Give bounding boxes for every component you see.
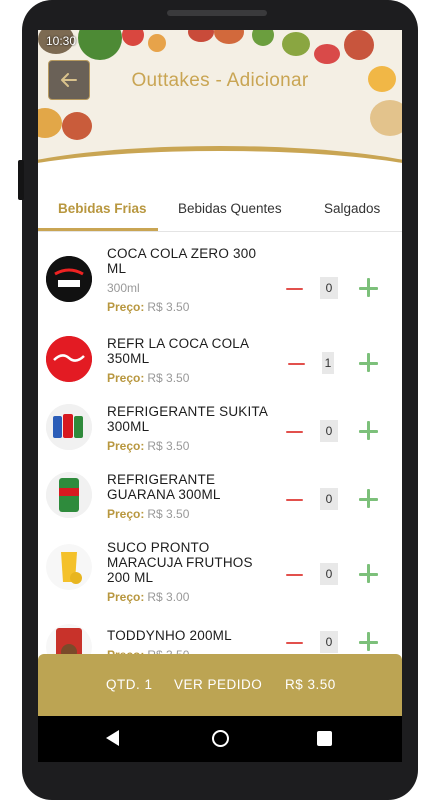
broccoli-decoration <box>78 30 122 60</box>
item-volume: 300ml <box>107 281 140 295</box>
view-order-button[interactable]: VER PEDIDO <box>174 677 262 692</box>
item-name: REFRIGERANTE GUARANA 300ML <box>107 472 221 502</box>
header-banner: 10:30 Outtakes - Adicionar <box>38 30 402 170</box>
square-recents-icon[interactable] <box>317 731 332 746</box>
status-time: 10:30 <box>46 34 77 48</box>
tab-salgados[interactable]: Salgados <box>324 201 380 216</box>
guarana-can-icon <box>46 472 92 518</box>
quantity-value: 0 <box>320 277 338 299</box>
tab-bebidas-quentes[interactable]: Bebidas Quentes <box>178 201 282 216</box>
item-name: TODDYNHO 200ML <box>107 628 232 643</box>
plus-button[interactable] <box>359 564 379 584</box>
lime-decoration <box>252 30 274 46</box>
item-price: Preço:R$ 3.50 <box>107 439 277 453</box>
price-value: R$ 3.50 <box>147 507 190 521</box>
pasta-decoration <box>38 108 62 138</box>
active-tab-indicator <box>38 228 158 231</box>
pepper-decoration <box>188 30 214 42</box>
item-price: Preço:R$ 3.50 <box>107 300 277 314</box>
order-summary-bar: QTD. 1 VER PEDIDO R$ 3.50 <box>38 654 402 716</box>
minus-icon <box>288 362 305 366</box>
app-screen: 10:30 Outtakes - Adicionar Bebidas Frias… <box>38 30 402 716</box>
plus-button[interactable] <box>359 278 379 298</box>
coca-cola-logo-icon <box>46 336 92 382</box>
quantity-stepper: 0 <box>282 485 382 515</box>
price-value: R$ 3.00 <box>147 590 190 604</box>
price-value: R$ 3.50 <box>147 371 190 385</box>
category-tabs: Bebidas Frias Bebidas Quentes Salgados <box>38 196 402 232</box>
item-price: Preço:R$ 3.50 <box>107 371 277 385</box>
volume-button <box>18 160 24 200</box>
coca-cola-zero-logo-icon <box>46 256 92 302</box>
price-label: Preço: <box>107 371 145 385</box>
order-total: R$ 3.50 <box>285 677 336 692</box>
plus-button[interactable] <box>359 489 379 509</box>
item-name: COCA COLA ZERO 300 ML <box>107 246 257 276</box>
bread-decoration <box>370 100 402 136</box>
spice-decoration <box>214 30 244 44</box>
tomato-decoration-2 <box>62 112 92 140</box>
plus-button[interactable] <box>359 632 379 652</box>
minus-icon <box>286 498 303 502</box>
price-label: Preço: <box>107 590 145 604</box>
avocado-decoration <box>282 32 310 56</box>
triangle-back-icon[interactable] <box>106 730 119 746</box>
price-label: Preço: <box>107 300 145 314</box>
minus-icon <box>286 573 303 577</box>
strawberry-decoration <box>314 44 340 64</box>
tomato-decoration <box>122 30 144 46</box>
item-price: Preço:R$ 3.50 <box>107 507 277 521</box>
total-quantity: QTD. 1 <box>106 677 153 692</box>
quantity-stepper: 0 <box>282 560 382 590</box>
price-value: R$ 3.50 <box>147 300 190 314</box>
item-price: Preço: R$ 3.00 <box>107 590 277 604</box>
page-title: Outtakes - Adicionar <box>131 70 309 91</box>
onion-decoration <box>344 30 374 60</box>
item-name: REFRIGERANTE SUKITA 300ML <box>107 404 268 434</box>
tab-bebidas-frias[interactable]: Bebidas Frias <box>58 201 147 216</box>
quantity-stepper: 0 <box>282 417 382 447</box>
minus-icon <box>286 430 303 434</box>
quantity-value: 0 <box>320 563 338 585</box>
quantity-value: 0 <box>320 420 338 442</box>
item-name: REFR LA COCA COLA 350ML <box>107 336 249 366</box>
minus-icon <box>286 287 303 291</box>
plus-button[interactable] <box>359 353 379 373</box>
plus-button[interactable] <box>359 421 379 441</box>
quantity-value: 0 <box>320 488 338 510</box>
quantity-stepper: 0 <box>282 274 382 304</box>
system-nav-bar <box>38 716 402 762</box>
quantity-value: 0 <box>320 631 338 653</box>
item-name: SUCO PRONTO MARACUJA FRUTHOS 200 ML <box>107 540 253 585</box>
header-curve <box>38 146 402 170</box>
quantity-value: 1 <box>322 352 334 374</box>
price-value: R$ 3.50 <box>147 439 190 453</box>
minus-button[interactable] <box>286 425 308 439</box>
price-label: Preço: <box>107 439 145 453</box>
minus-button[interactable] <box>286 493 308 507</box>
minus-button[interactable] <box>286 636 308 650</box>
juice-glass-icon <box>46 544 92 590</box>
nut-decoration <box>148 34 166 52</box>
product-list: COCA COLA ZERO 300 ML 300ml Preço: R$ 3.5… <box>38 234 402 664</box>
soda-cans-icon <box>46 404 92 450</box>
quantity-stepper: 1 <box>284 349 384 379</box>
minus-button[interactable] <box>288 357 310 371</box>
minus-button[interactable] <box>286 282 308 296</box>
circle-home-icon[interactable] <box>212 730 229 747</box>
price-label: Preço: <box>107 507 145 521</box>
minus-icon <box>286 641 303 645</box>
minus-button[interactable] <box>286 568 308 582</box>
